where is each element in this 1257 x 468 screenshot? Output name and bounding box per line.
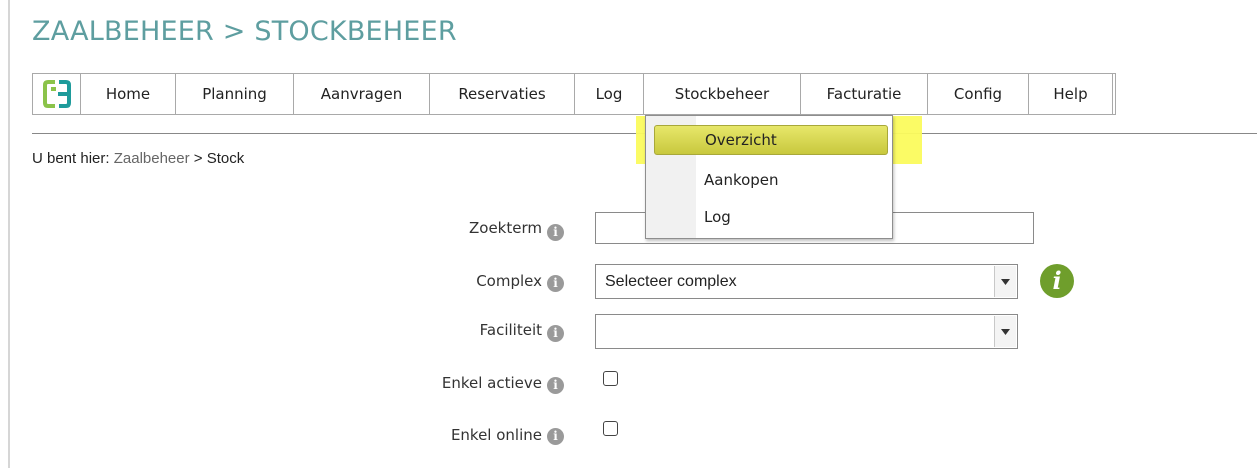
zoekterm-label: Zoekterm xyxy=(469,219,542,237)
enkel-actieve-checkbox[interactable] xyxy=(603,371,618,386)
breadcrumb-current: Stock xyxy=(206,150,245,167)
complex-info-icon[interactable]: i xyxy=(547,275,564,292)
nav-log[interactable]: Log xyxy=(575,74,644,114)
enkel-online-info-icon[interactable]: i xyxy=(547,428,564,445)
faciliteit-label: Faciliteit xyxy=(479,321,542,339)
zoekterm-info-icon[interactable]: i xyxy=(547,224,564,241)
breadcrumb-separator: > xyxy=(193,150,203,167)
breadcrumb: U bent hier: Zaalbeheer > Stock xyxy=(32,150,244,167)
faciliteit-info-icon[interactable]: i xyxy=(547,325,564,342)
complex-help-icon[interactable]: i xyxy=(1040,264,1074,298)
complex-select[interactable]: Selecteer complex xyxy=(595,264,1018,299)
breadcrumb-prefix: U bent hier: xyxy=(32,150,110,167)
enkel-actieve-label: Enkel actieve xyxy=(441,374,542,392)
nav-planning[interactable]: Planning xyxy=(176,74,294,114)
nav-config[interactable]: Config xyxy=(928,74,1029,114)
app-logo-icon[interactable] xyxy=(33,74,81,114)
main-nav: Home Planning Aanvragen Reservaties Log … xyxy=(32,73,1116,115)
nav-home[interactable]: Home xyxy=(81,74,176,114)
left-border xyxy=(8,0,10,468)
nav-help[interactable]: Help xyxy=(1029,74,1113,114)
menu-item-log[interactable]: Log xyxy=(654,202,888,232)
page-title: ZAALBEHEER > STOCKBEHEER xyxy=(32,16,457,47)
nav-reservaties[interactable]: Reservaties xyxy=(430,74,575,114)
faciliteit-select[interactable] xyxy=(595,314,1018,349)
nav-stockbeheer[interactable]: Stockbeheer xyxy=(644,74,801,114)
enkel-online-checkbox[interactable] xyxy=(603,421,618,436)
enkel-online-label: Enkel online xyxy=(450,426,542,444)
complex-select-value: Selecteer complex xyxy=(605,273,737,290)
nav-facturatie[interactable]: Facturatie xyxy=(801,74,928,114)
menu-item-aankopen[interactable]: Aankopen xyxy=(654,165,888,195)
complex-label: Complex xyxy=(476,272,542,290)
breadcrumb-link-zaalbeheer[interactable]: Zaalbeheer xyxy=(114,150,190,167)
chevron-down-icon[interactable] xyxy=(994,266,1016,297)
menu-item-overzicht[interactable]: Overzicht xyxy=(654,125,888,155)
stockbeheer-dropdown-menu: Overzicht Aankopen Log xyxy=(645,115,893,239)
chevron-down-icon[interactable] xyxy=(994,316,1016,347)
nav-aanvragen[interactable]: Aanvragen xyxy=(294,74,430,114)
enkel-actieve-info-icon[interactable]: i xyxy=(547,377,564,394)
